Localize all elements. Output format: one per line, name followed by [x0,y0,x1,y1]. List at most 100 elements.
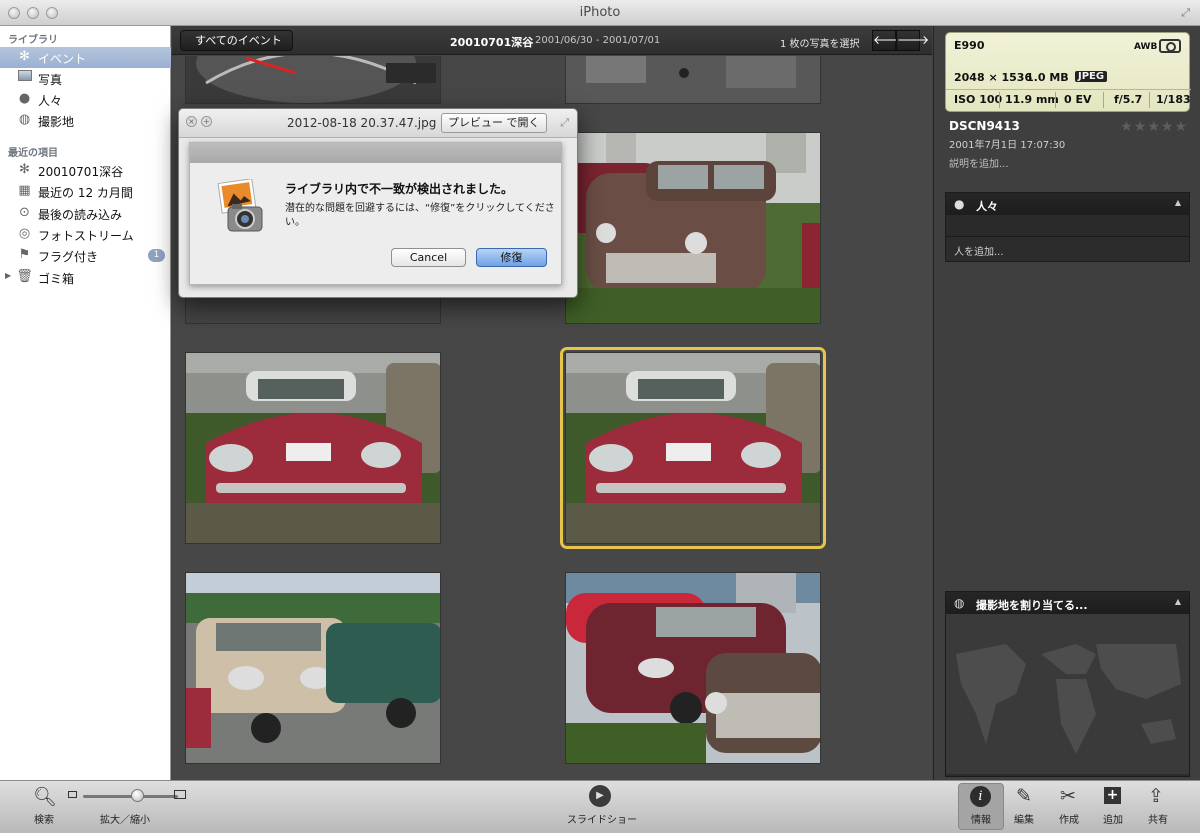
palm-tree-icon: ✻ [19,49,30,64]
sidebar-item-label: 人々 [38,94,63,108]
person-icon: ● [954,197,965,211]
sidebar-item-photostream[interactable]: ◎ フォトストリーム [0,224,171,245]
sidebar-item-label: イベント [38,52,87,66]
disclosure-triangle-icon[interactable]: ▶ [5,271,11,280]
event-toolbar: すべてのイベント 20010701深谷 2001/06/30 - 2001/07… [172,26,932,55]
sidebar-item-label: 20010701深谷 [38,165,124,179]
photo-thumbnail[interactable] [565,572,821,764]
alert-message: 潜在的な問題を回避するには、“修復”をクリックしてください。 [285,203,555,228]
photo-thumbnail[interactable] [565,56,821,104]
photo-thumbnail-selected[interactable] [560,347,826,549]
shutter-speed: 1/183 [1156,93,1191,106]
sidebar-item-label: ゴミ箱 [38,272,75,286]
preview-filename: 2012-08-18 20.37.47.jpg [287,116,437,130]
large-photo-icon [174,790,186,799]
collapse-icon[interactable]: ▲ [1175,597,1181,606]
bottom-toolbar: 🔍︎ 検索 拡大／縮小 ▶ スライドショー i 情報 ✎ 編集 ✂ 作成 + 追… [0,780,1200,833]
zoom-slider-thumb[interactable] [130,789,144,802]
open-in-preview-button[interactable]: プレビュー で開く [441,113,547,133]
event-dates: 2001/06/30 - 2001/07/01 [535,35,661,46]
info-panel: E990 AWB 2048 × 1536 1.0 MB JPEG ISO 100… [933,26,1200,780]
sidebar-item-last-12-months[interactable]: ▦ 最近の 12 カ月間 [0,181,171,202]
flag-icon: ⚑ [18,247,31,262]
repair-button[interactable]: 修復 [476,248,547,267]
fullscreen-icon[interactable]: ⤢ [1181,6,1190,20]
image-resolution: 2048 × 1536 [954,71,1033,84]
camera-icon [1159,39,1181,53]
people-panel: ● 人々 ▲ 人を追加... [945,192,1190,262]
sidebar-item-label: 撮影地 [38,115,75,129]
sidebar: ライブラリ ✻ イベント 写真 ● 人々 ◍ 撮影地 最近の項目 ✻ 20010… [0,26,171,780]
trash-icon: 🗑 [16,269,33,284]
photo-icon [16,70,33,86]
iphoto-window: iPhoto ⤢ ライブラリ ✻ イベント 写真 ● 人々 ◍ 撮影地 最近の項… [0,0,1200,833]
photostream-icon: ◎ [18,226,31,241]
cancel-button[interactable]: Cancel [391,248,466,267]
focal-length: 11.9 mm [1005,93,1059,106]
add-description-field[interactable]: 説明を追加... [949,155,1009,170]
places-panel-header[interactable]: ◍ 撮影地を割り当てる... ▲ [946,592,1189,614]
sidebar-item-label: 最近の 12 カ月間 [38,186,133,200]
play-icon[interactable]: ▶ [589,785,611,807]
info-label: 情報 [971,815,991,826]
sidebar-item-events[interactable]: ✻ イベント [0,47,171,68]
sidebar-item-trash[interactable]: ▶ 🗑 ゴミ箱 [0,267,171,288]
photo-thumbnail[interactable] [185,352,441,544]
sidebar-item-label: 最後の読み込み [38,208,123,222]
sidebar-item-label: フォトストリーム [38,229,134,243]
expand-icon[interactable]: ⤢ [560,116,569,130]
photo-title[interactable]: DSCN9413 [949,119,1020,133]
photo-thumbnail[interactable] [185,56,441,104]
sidebar-header-recent: 最近の項目 [8,148,58,159]
arrow-left-icon[interactable]: 🡐 [872,30,905,51]
white-balance: AWB [1134,42,1158,52]
iso-value: ISO 100 [954,93,1003,106]
sidebar-item-event-20010701[interactable]: ✻ 20010701深谷 [0,160,171,181]
file-size: 1.0 MB [1026,71,1069,84]
search-label: 検索 [34,815,54,826]
exposure-bias: 0 EV [1064,93,1092,106]
pencil-icon[interactable]: ✎ [1016,785,1032,807]
share-icon[interactable]: ⇪ [1148,785,1164,807]
sidebar-item-last-import[interactable]: ⊙ 最後の読み込み [0,203,171,224]
zoom-icon[interactable]: + [201,116,212,127]
places-panel: ◍ 撮影地を割り当てる... ▲ [945,591,1190,777]
selection-count: 1 枚の写真を選択 [780,39,860,50]
all-events-button[interactable]: すべてのイベント [180,30,293,51]
sidebar-item-label: 写真 [38,73,63,87]
alert-sheet: ライブラリ内で不一致が検出されました。 潜在的な問題を回避するには、“修復”をク… [189,142,562,285]
exposure-row: ISO 100 11.9 mm 0 EV f/5.7 1/183 [946,89,1191,109]
exif-metadata-box: E990 AWB 2048 × 1536 1.0 MB JPEG ISO 100… [945,32,1191,112]
photo-thumbnail[interactable] [185,572,441,764]
window-title: iPhoto [579,5,621,20]
people-panel-header[interactable]: ● 人々 ▲ [946,193,1189,215]
create-icon[interactable]: ✂ [1060,785,1076,807]
add-people-field[interactable]: 人を追加... [954,243,1004,258]
title-bar: iPhoto ⤢ [0,0,1200,26]
close-icon[interactable]: × [186,116,197,127]
search-icon[interactable]: 🔍︎ [33,785,57,808]
sidebar-item-flagged[interactable]: ⚑ フラグ付き 1 [0,245,171,266]
person-icon: ● [18,91,31,106]
small-photo-icon [68,791,77,798]
info-icon[interactable]: i [970,786,991,807]
add-icon[interactable]: + [1104,787,1121,804]
places-panel-title: 撮影地を割り当てる... [976,599,1088,612]
arrow-right-icon[interactable]: 🡒 [896,30,929,51]
collapse-icon[interactable]: ▲ [1175,198,1181,207]
sidebar-item-photos[interactable]: 写真 [0,68,171,89]
sidebar-item-places[interactable]: ◍ 撮影地 [0,110,171,131]
format-badge: JPEG [1075,71,1108,82]
photo-thumbnail[interactable] [565,132,821,324]
camera-model: E990 [954,39,985,52]
palm-tree-icon: ✻ [19,162,30,177]
sidebar-item-people[interactable]: ● 人々 [0,89,171,110]
import-icon: ⊙ [19,205,30,220]
edit-label: 編集 [1014,815,1034,826]
photo-date: 2001年7月1日 17:07:30 [949,140,1066,151]
preview-window: × + 2012-08-18 20.37.47.jpg プレビュー で開く ⤢ … [178,108,578,298]
flagged-count-badge: 1 [148,249,165,262]
star-rating[interactable]: ★★★★★ [1120,119,1188,135]
alert-title: ライブラリ内で不一致が検出されました。 [285,182,514,196]
world-map[interactable] [946,614,1189,774]
